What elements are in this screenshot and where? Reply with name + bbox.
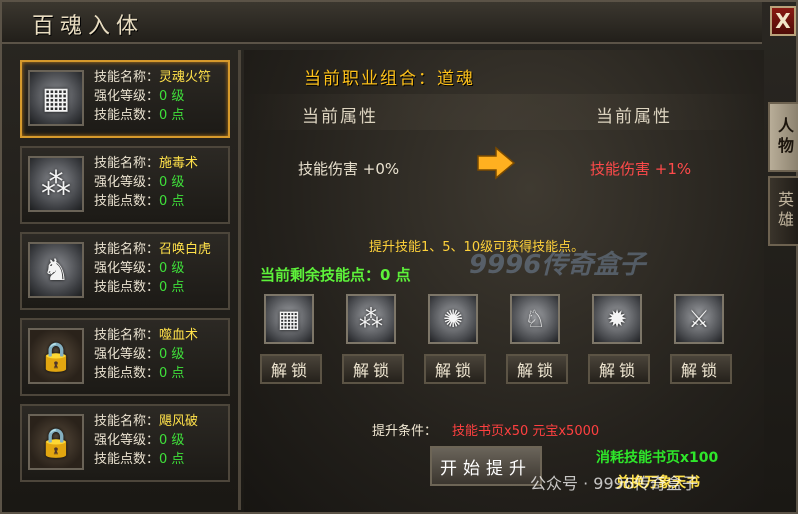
column-divider (238, 50, 241, 510)
start-upgrade-button[interactable]: 开始提升 (430, 446, 542, 486)
skill-level-label: 强化等级： (94, 89, 160, 104)
consume-text: 消耗技能书页x100 (596, 450, 719, 466)
corner-watermark: 公众号 · 9996传奇盒子 (530, 474, 698, 493)
skill-points: 0 点 (159, 366, 185, 381)
skill-card-4[interactable]: 🔒 技能名称：噬血术 强化等级：0 级 技能点数：0 点 (20, 318, 230, 396)
talisman-icon: ▦ (264, 294, 314, 344)
remaining-points-value: 0 点 (380, 266, 411, 284)
skill-points-label: 技能点数： (94, 366, 160, 381)
skill-slot: ▦ 解锁 (260, 294, 322, 384)
tab-character[interactable]: 人物 (768, 102, 798, 172)
skill-level: 0 级 (159, 261, 185, 276)
skill-slot: ✺ 解锁 (424, 294, 486, 384)
skill-points-label: 技能点数： (94, 280, 160, 295)
skill-points: 0 点 (159, 194, 185, 209)
lock-icon: 🔒 (28, 414, 84, 470)
skill-name-label: 技能名称： (94, 70, 160, 85)
ring-icon: ✺ (428, 294, 478, 344)
unlock-button[interactable]: 解锁 (424, 354, 486, 384)
side-tabs: 人物 英雄 (768, 102, 798, 250)
attr-header-right: 当前属性 (596, 107, 672, 127)
skill-level: 0 级 (159, 433, 185, 448)
poison-icon: ⁂ (346, 294, 396, 344)
close-button[interactable]: X (770, 6, 796, 36)
unlock-button[interactable]: 解锁 (506, 354, 568, 384)
remaining-points: 当前剩余技能点：0 点 (260, 264, 411, 285)
skill-card-5[interactable]: 🔒 技能名称：飓风破 强化等级：0 级 技能点数：0 点 (20, 404, 230, 482)
attr-header-left: 当前属性 (302, 107, 378, 127)
window-title: 百魂入体 (32, 14, 145, 39)
skill-name: 施毒术 (159, 156, 199, 171)
condition-label: 提升条件： (372, 424, 438, 439)
sword-icon: ⚔ (674, 294, 724, 344)
class-combo: 当前职业组合：道魂 (304, 69, 475, 89)
skill-name-label: 技能名称： (94, 328, 160, 343)
skill-points: 0 点 (159, 280, 185, 295)
skill-level: 0 级 (159, 347, 185, 362)
skill-list: ▦ 技能名称：灵魂火符 强化等级：0 级 技能点数：0 点 ⁂ 技能名称：施毒术… (12, 52, 236, 510)
skill-level-label: 强化等级： (94, 347, 160, 362)
skill-name-label: 技能名称： (94, 414, 160, 429)
skill-slot: ✹ 解锁 (588, 294, 650, 384)
skill-level-label: 强化等级： (94, 433, 160, 448)
skill-points-label: 技能点数： (94, 452, 160, 467)
tab-hero[interactable]: 英雄 (768, 176, 798, 246)
skill-slot: ⚔ 解锁 (670, 294, 732, 384)
arrow-right-icon (476, 146, 516, 184)
attr-next: 技能伤害 +1% (590, 160, 692, 178)
unlock-button[interactable]: 解锁 (342, 354, 404, 384)
skill-points-label: 技能点数： (94, 194, 160, 209)
skill-slot: ⁂ 解锁 (342, 294, 404, 384)
hint-text: 提升技能1、5、10级可获得技能点。 (369, 240, 585, 255)
talisman-icon: ▦ (28, 70, 84, 126)
tiger-icon: ♞ (28, 242, 84, 298)
unlock-button[interactable]: 解锁 (260, 354, 322, 384)
unlock-button[interactable]: 解锁 (670, 354, 732, 384)
condition-value: 技能书页x50 元宝x5000 (452, 424, 600, 439)
skill-card-2[interactable]: ⁂ 技能名称：施毒术 强化等级：0 级 技能点数：0 点 (20, 146, 230, 224)
skill-name: 灵魂火符 (159, 70, 212, 85)
dragon-icon: ♘ (510, 294, 560, 344)
fire-icon: ✹ (592, 294, 642, 344)
skill-card-3[interactable]: ♞ 技能名称：召唤白虎 强化等级：0 级 技能点数：0 点 (20, 232, 230, 310)
skill-name-label: 技能名称： (94, 242, 160, 257)
skill-level-label: 强化等级： (94, 261, 160, 276)
skill-name: 飓风破 (159, 414, 199, 429)
skill-level: 0 级 (159, 175, 185, 190)
skill-slot: ♘ 解锁 (506, 294, 568, 384)
skill-name: 噬血术 (159, 328, 199, 343)
title-bar: 百魂入体 (2, 2, 762, 44)
skill-points: 0 点 (159, 452, 185, 467)
skill-level-label: 强化等级： (94, 175, 160, 190)
skill-window: 百魂入体 X 人物 英雄 ▦ 技能名称：灵魂火符 强化等级：0 级 技能点数：0… (0, 0, 798, 514)
skill-card-1[interactable]: ▦ 技能名称：灵魂火符 强化等级：0 级 技能点数：0 点 (20, 60, 230, 138)
skill-name-label: 技能名称： (94, 156, 160, 171)
main-panel: 当前职业组合：道魂 当前属性 当前属性 技能伤害 +0% 技能伤害 +1% 99… (244, 50, 764, 512)
attr-current: 技能伤害 +0% (298, 160, 400, 178)
remaining-points-label: 当前剩余技能点： (260, 266, 381, 284)
skill-points: 0 点 (159, 108, 185, 123)
skill-points-label: 技能点数： (94, 108, 160, 123)
lock-icon: 🔒 (28, 328, 84, 384)
skill-name: 召唤白虎 (159, 242, 212, 257)
poison-icon: ⁂ (28, 156, 84, 212)
skill-level: 0 级 (159, 89, 185, 104)
unlock-button[interactable]: 解锁 (588, 354, 650, 384)
